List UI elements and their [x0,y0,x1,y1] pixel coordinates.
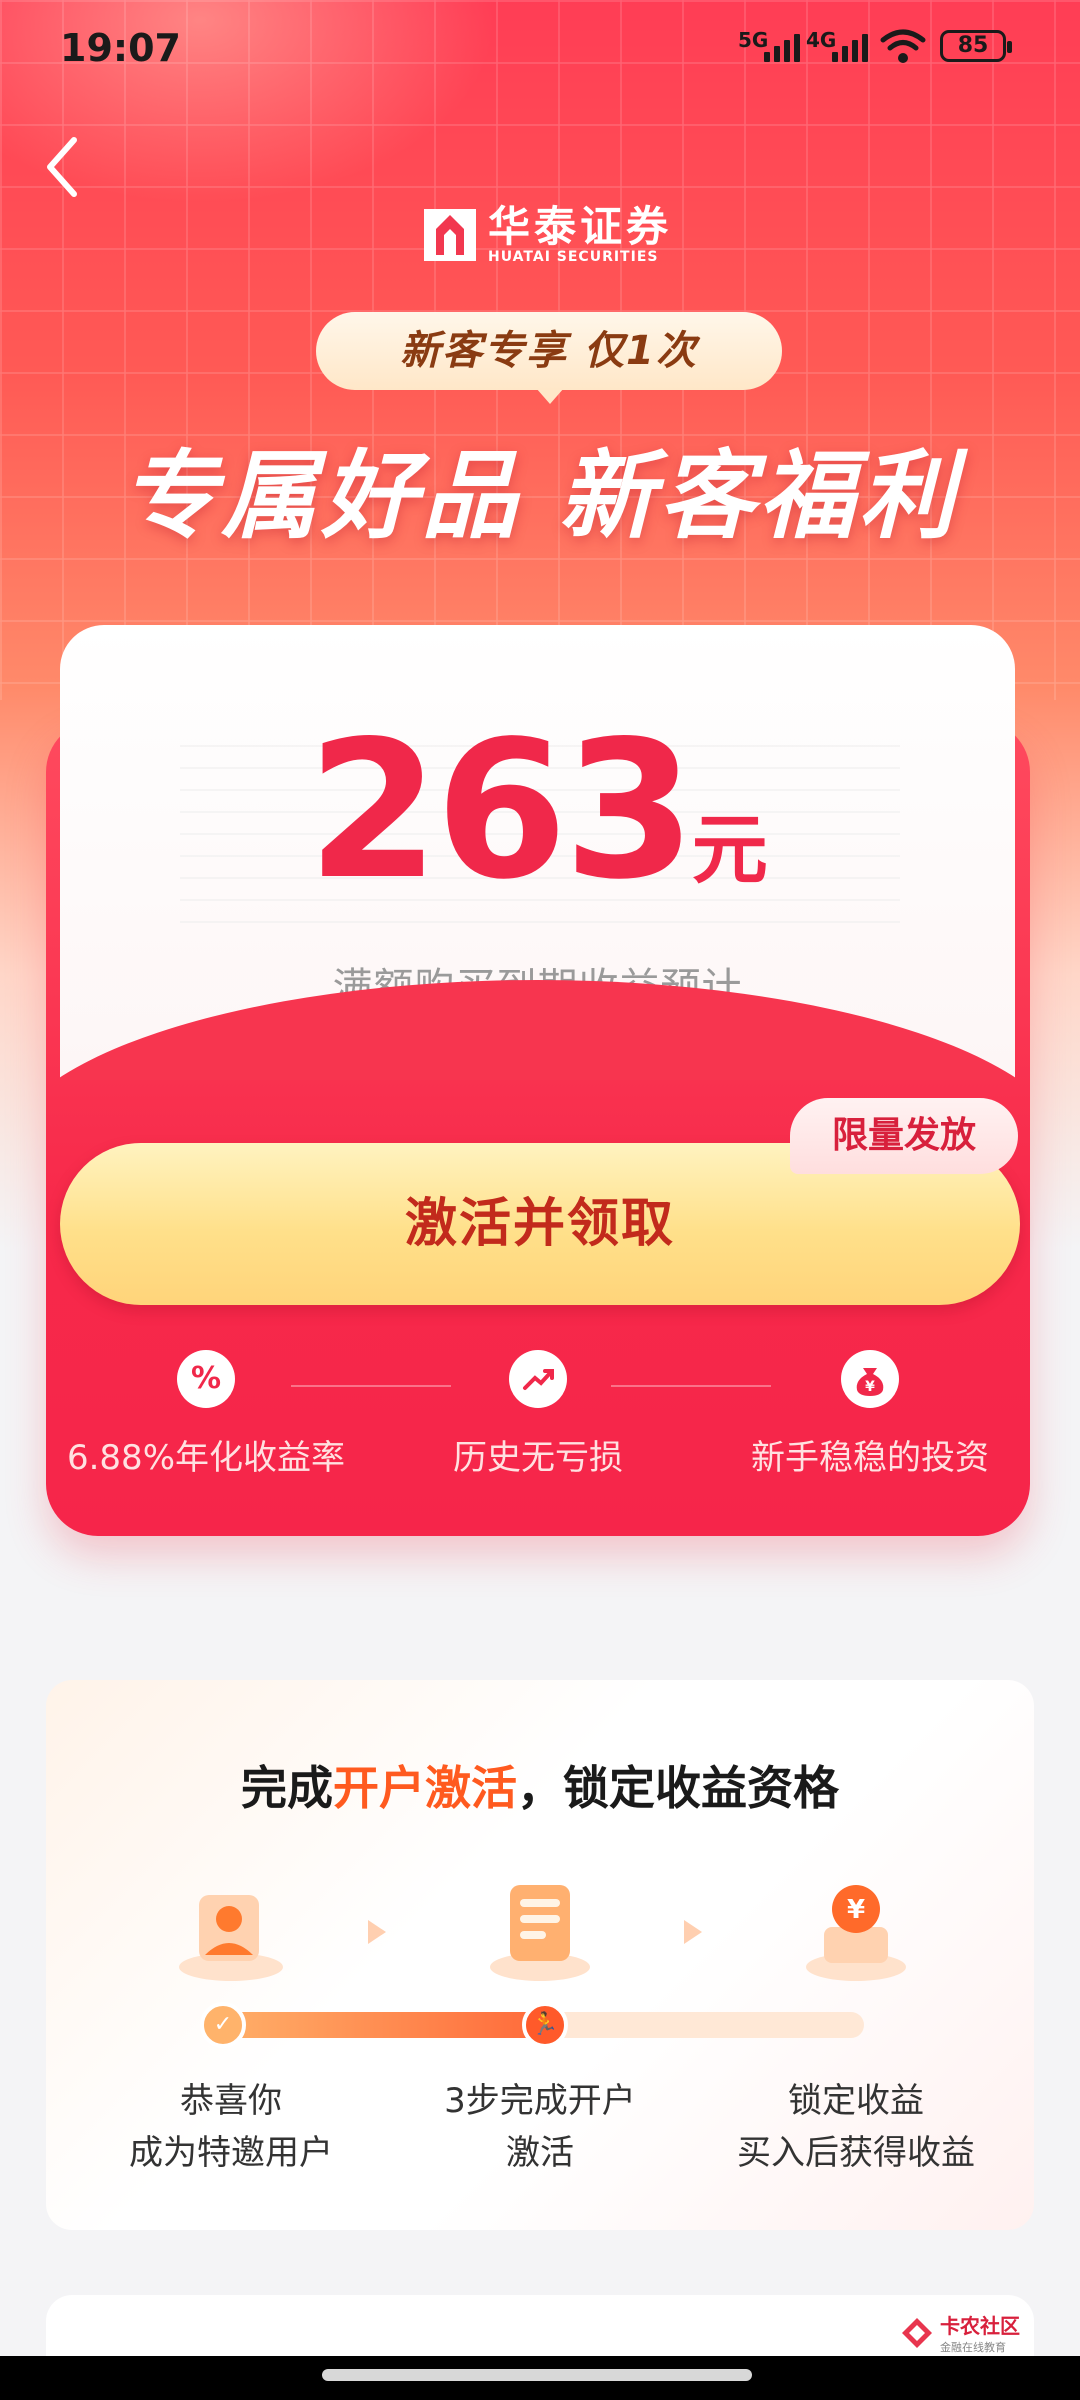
home-indicator[interactable] [322,2369,752,2381]
feature-item-yield: % 6.88%年化收益率 [46,1350,366,1479]
watermark-name: 卡农社区 [940,2314,1020,2338]
brand-name-cn: 华泰证券 [488,202,673,251]
step-arrow-icon [368,1920,386,1944]
limited-badge: 限量发放 [790,1098,1018,1174]
activation-steps-card: 完成开户激活，锁定收益资格 ¥ ✓ 🏃 恭喜你 成为特邀用户 3步完成开户 激活… [46,1680,1034,2230]
back-arrow-icon[interactable] [40,132,100,202]
offer-amount: 263元 [60,700,1015,921]
offer-amount-panel: 263元 满额购买到期收益预计 [60,625,1015,1080]
watermark: 卡农社区 金融在线教育 [900,2310,1020,2355]
wifi-icon [880,29,926,63]
step-complete-check-icon: ✓ [200,2002,246,2048]
form-document-icon [490,1885,590,1981]
step-3-line1: 锁定收益 [788,2081,924,2121]
step-1-line2: 成为特邀用户 [129,2133,333,2173]
feature-item-stable: ¥ 新手稳稳的投资 [710,1350,1030,1479]
brand-logo: 华泰证券 HUATAI SECURITIES [422,205,672,265]
signal-5g-icon [764,30,800,62]
steps-title-suffix: ，锁定收益资格 [517,1761,839,1815]
battery-icon: 85 [940,30,1012,62]
watermark-sub: 金融在线教育 [940,2341,1006,2354]
steps-title-prefix: 完成 [241,1761,333,1815]
money-bag-icon: ¥ [841,1350,899,1408]
steps-title-highlight: 开户激活 [333,1761,517,1815]
signal-4g-icon [832,30,868,62]
step-1-line1: 恭喜你 [180,2081,282,2121]
new-customer-tag: 新客专享 仅1次 [316,312,782,404]
step-arrow-icon [684,1920,702,1944]
user-badge-icon [179,1895,283,1981]
feature-item-no-loss: 历史无亏损 [378,1350,698,1479]
step-3-text: 锁定收益 买入后获得收益 [696,2075,1016,2179]
svg-text:¥: ¥ [865,1379,875,1395]
progress-fill [204,2012,544,2038]
amount-unit: 元 [691,805,768,894]
status-time: 19:07 [60,26,181,70]
feature-label: 新手稳稳的投资 [751,1438,989,1478]
step-2-line1: 3步完成开户 [444,2081,636,2121]
amount-value: 263 [307,700,696,921]
hero-headline: 专属好品 新客福利 [121,440,959,552]
step-2-line2: 激活 [506,2133,574,2173]
step-current-runner-icon: 🏃 [522,2002,568,2048]
step-1-text: 恭喜你 成为特邀用户 [71,2075,391,2179]
amount-description: 满额购买到期收益预计 [332,965,743,1011]
watermark-logo-icon [902,2317,932,2348]
feature-label: 历史无亏损 [453,1438,623,1478]
feature-list: % 6.88%年化收益率 历史无亏损 ¥ 新手稳稳的投资 [46,1350,1030,1490]
chart-up-icon [509,1350,567,1408]
svg-text:¥: ¥ [847,1895,865,1925]
feature-label: 6.88%年化收益率 [66,1438,345,1478]
brand-name-en: HUATAI SECURITIES [488,249,659,265]
percent-icon: % [177,1350,235,1408]
status-bar: 19:07 5G 4G 85 [0,0,1080,96]
step-3-line2: 买入后获得收益 [737,2133,975,2173]
step-2-text: 3步完成开户 激活 [380,2075,700,2179]
steps-title: 完成开户激活，锁定收益资格 [46,1752,1034,1818]
yuan-coin-icon: ¥ [806,1885,906,1981]
huatai-logo-icon [424,209,476,261]
